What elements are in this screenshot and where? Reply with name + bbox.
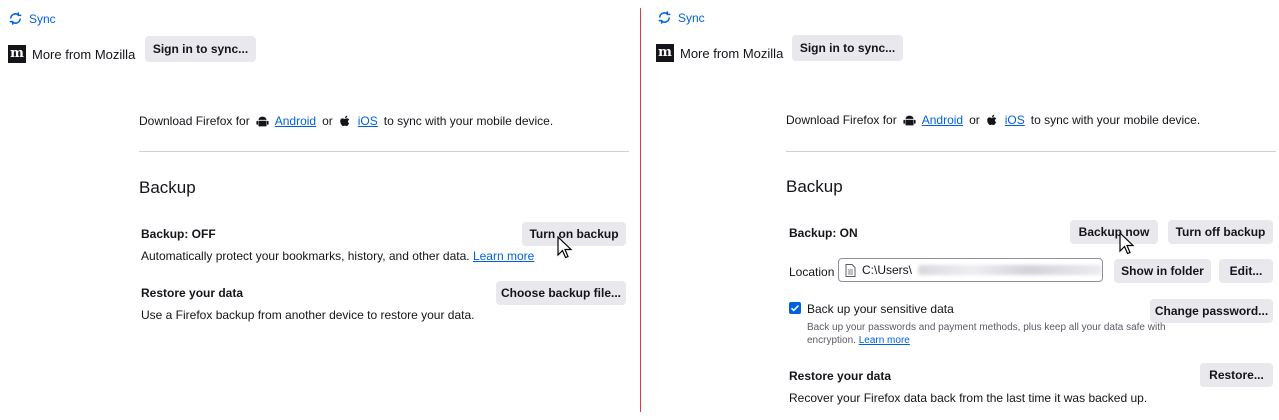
backup-location-field[interactable]: C:\Users\ [838,258,1103,282]
sensitive-desc-line1: Back up your passwords and payment metho… [807,322,1166,333]
more-from-mozilla-nav-item[interactable]: m More from Mozilla [8,45,135,63]
more-from-mozilla-label: More from Mozilla [32,46,136,62]
sync-icon [8,11,23,26]
download-firefox-row: Download Firefox for Android or iOS to s… [786,113,1200,127]
sensitive-data-description: Back up your passwords and payment metho… [807,321,1166,347]
edit-location-button[interactable]: Edit... [1219,259,1273,283]
restore-description: Recover your Firefox data back from the … [789,391,1148,405]
download-or: or [322,114,333,128]
download-prefix: Download Firefox for [139,114,250,128]
backup-status-label: Backup: ON [789,226,858,240]
show-in-folder-button[interactable]: Show in folder [1114,259,1211,283]
ios-link[interactable]: iOS [1005,113,1025,127]
checkmark-icon [790,305,800,312]
mozilla-logo-icon: m [8,45,26,63]
left-panel: Sync m More from Mozilla Sign in to sync… [0,0,640,420]
restore-heading: Restore your data [141,286,244,300]
download-or: or [969,113,980,127]
download-suffix: to sync with your mobile device. [383,114,554,128]
change-password-button[interactable]: Change password... [1150,299,1273,323]
sign-in-to-sync-button[interactable]: Sign in to sync... [145,36,256,62]
backup-heading: Backup [786,177,843,196]
sync-label: Sync [29,11,56,26]
android-icon [903,114,916,127]
android-link[interactable]: Android [275,114,316,128]
sync-nav-item[interactable]: Sync [657,10,705,25]
sensitive-data-label: Back up your sensitive data [807,302,954,316]
backup-status-label: Backup: OFF [141,227,216,241]
download-prefix: Download Firefox for [786,113,897,127]
comparison-divider [640,8,641,412]
backup-description-text: Automatically protect your bookmarks, hi… [141,249,470,263]
restore-heading: Restore your data [789,369,892,383]
backup-description: Automatically protect your bookmarks, hi… [141,249,534,263]
android-link[interactable]: Android [922,113,963,127]
restore-description: Use a Firefox backup from another device… [141,308,475,322]
right-panel: Sync m More from Mozilla Sign in to sync… [642,0,1279,420]
learn-more-link[interactable]: Learn more [859,335,910,346]
mouse-cursor-icon [557,236,573,259]
sync-label: Sync [678,10,705,25]
turn-on-backup-button[interactable]: Turn on backup [522,222,626,246]
choose-backup-file-button[interactable]: Choose backup file... [496,281,626,305]
apple-icon [339,115,352,128]
mozilla-logo-icon: m [656,44,674,62]
apple-icon [986,114,999,127]
sync-icon [657,10,672,25]
sign-in-to-sync-button[interactable]: Sign in to sync... [792,35,903,61]
section-divider [139,151,629,152]
sensitive-data-checkbox[interactable] [789,302,801,314]
restore-button[interactable]: Restore... [1200,363,1273,387]
sensitive-desc-line2: encryption. [807,335,856,346]
section-divider [786,151,1276,152]
turn-off-backup-button[interactable]: Turn off backup [1168,220,1273,244]
backup-heading: Backup [139,178,196,197]
more-from-mozilla-label: More from Mozilla [680,45,784,61]
android-icon [256,115,269,128]
ios-link[interactable]: iOS [358,114,378,128]
file-icon [845,263,856,277]
location-label: Location [789,265,835,279]
backup-now-button[interactable]: Backup now [1070,220,1158,244]
download-suffix: to sync with your mobile device. [1030,113,1201,127]
sync-nav-item[interactable]: Sync [8,11,56,26]
download-firefox-row: Download Firefox for Android or iOS to s… [139,114,553,128]
more-from-mozilla-nav-item[interactable]: m More from Mozilla [656,44,783,62]
redacted-path [918,265,1102,275]
location-path: C:\Users\ [862,263,913,277]
mouse-cursor-icon [1119,232,1135,255]
learn-more-link[interactable]: Learn more [473,249,534,263]
